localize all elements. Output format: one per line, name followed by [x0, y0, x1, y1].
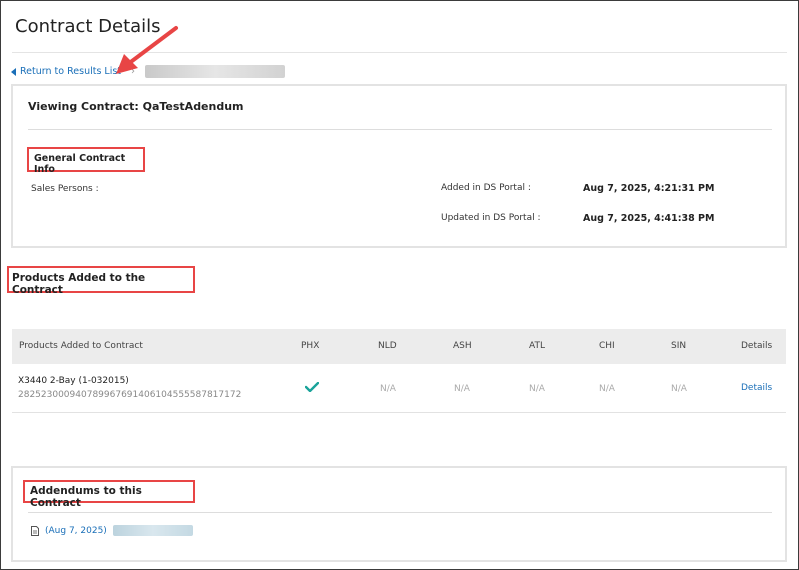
addendum-date-link[interactable]: (Aug 7, 2025) [45, 526, 107, 536]
column-header-chi: CHI [599, 341, 615, 351]
checkmark-icon [305, 382, 319, 392]
addendum-item[interactable]: (Aug 7, 2025) [31, 525, 193, 536]
atl-value: N/A [529, 384, 545, 394]
products-heading: Products Added to the Contract [12, 272, 146, 296]
addendum-name-redacted [112, 525, 193, 536]
back-arrow-icon [11, 67, 16, 76]
column-header-phx: PHX [301, 341, 320, 351]
products-table-header: Products Added to Contract PHX NLD ASH A… [12, 329, 786, 364]
document-icon [31, 525, 39, 536]
nld-value: N/A [380, 384, 396, 394]
product-name: X3440 2-Bay (1-032015) [18, 376, 129, 386]
column-header-ash: ASH [453, 341, 472, 351]
return-to-results-label: Return to Results List [20, 66, 122, 77]
column-header-products: Products Added to Contract [19, 341, 143, 351]
column-header-atl: ATL [529, 341, 545, 351]
products-heading-highlight: Products Added to the Contract [7, 266, 195, 296]
general-contract-info-highlight: General Contract Info [27, 147, 145, 175]
column-header-nld: NLD [378, 341, 397, 351]
contract-info-card: Viewing Contract: QaTestAdendum General … [11, 84, 787, 248]
added-in-portal-value: Aug 7, 2025, 4:21:31 PM [583, 183, 715, 194]
addendums-heading-highlight: Addendums to this Contract [23, 480, 195, 509]
return-to-results-link[interactable]: Return to Results List [11, 66, 121, 77]
ash-value: N/A [454, 384, 470, 394]
column-header-details: Details [741, 341, 773, 351]
column-header-sin: SIN [671, 341, 687, 351]
addendums-card: Addendums to this Contract (Aug 7, 2025) [11, 466, 787, 562]
table-row: X3440 2-Bay (1-032015) 28252300094078996… [12, 364, 786, 413]
general-contract-info-heading: General Contract Info [34, 153, 126, 175]
updated-in-portal-value: Aug 7, 2025, 4:41:38 PM [583, 213, 715, 224]
product-id: 28252300094078996769140610455558781717​2 [18, 390, 242, 400]
annotation-arrow-icon [116, 26, 178, 74]
addendums-heading: Addendums to this Contract [30, 485, 142, 509]
card-divider [28, 512, 772, 513]
sales-persons-label: Sales Persons : [31, 184, 99, 194]
updated-in-portal-label: Updated in DS Portal : [441, 213, 541, 223]
added-in-portal-label: Added in DS Portal : [441, 183, 531, 193]
chi-value: N/A [599, 384, 615, 394]
card-divider [28, 129, 772, 130]
details-link[interactable]: Details [741, 383, 772, 393]
viewing-contract-title: Viewing Contract: QaTestAdendum [28, 100, 244, 113]
sin-value: N/A [671, 384, 687, 394]
